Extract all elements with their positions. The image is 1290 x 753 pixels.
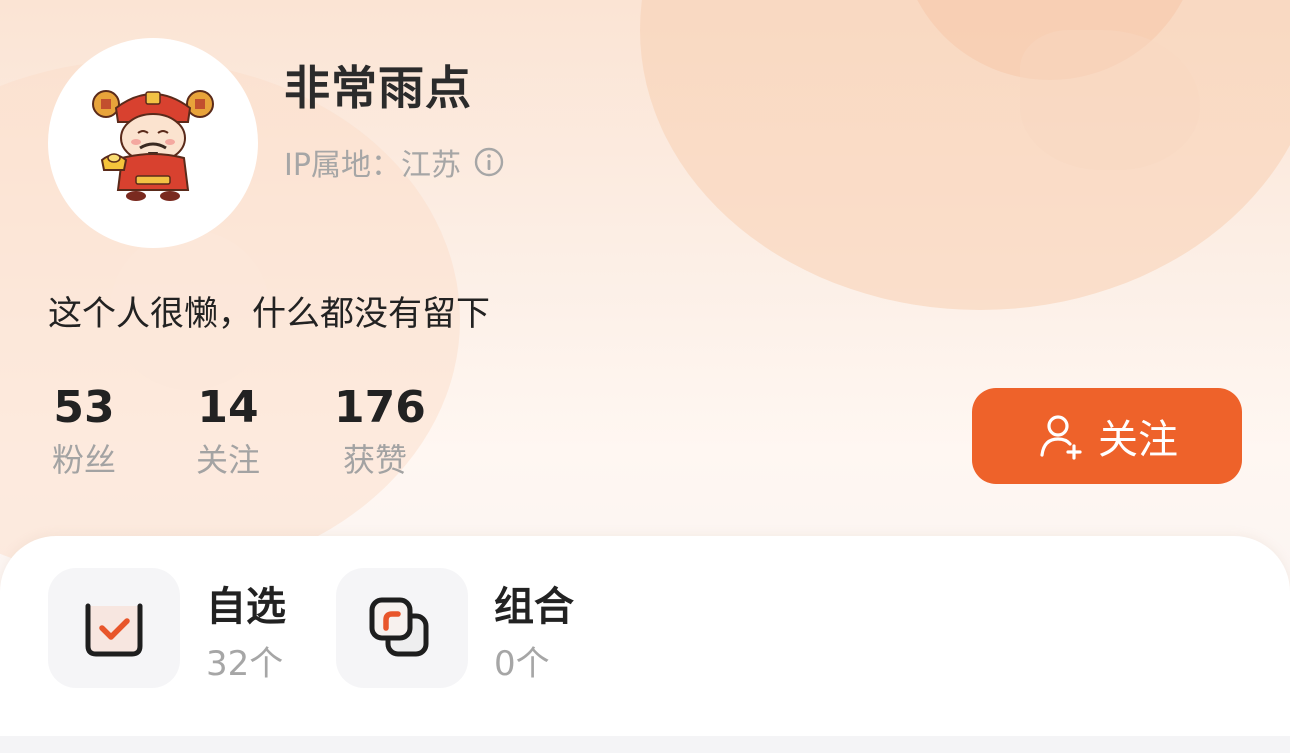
shortcut-card: 自选 32个 组合 0个 — [0, 536, 1290, 736]
add-user-icon — [1036, 411, 1086, 461]
stat-label: 粉丝 — [51, 441, 116, 479]
stat-label: 关注 — [195, 441, 260, 479]
portfolio-count: 0个 — [494, 644, 550, 684]
follow-button-label: 关注 — [1098, 417, 1178, 463]
info-icon[interactable] — [473, 146, 505, 178]
stat-value: 176 — [334, 382, 426, 433]
checkmark-box-icon — [85, 603, 143, 657]
ip-location-text: IP属地：江苏 — [284, 148, 461, 183]
god-of-wealth-avatar-icon — [92, 90, 214, 201]
watchlist-count: 32个 — [206, 644, 284, 684]
stat-fans[interactable]: 53 粉丝 — [48, 380, 120, 482]
username: 非常雨点 — [284, 61, 472, 115]
ip-location-row: IP属地：江苏 — [284, 142, 505, 183]
avatar[interactable] — [48, 38, 258, 248]
portfolio-title: 组合 — [494, 584, 574, 630]
portfolio-entry[interactable]: 组合 0个 — [336, 568, 606, 688]
stat-label: 获赞 — [342, 441, 407, 479]
stat-likes[interactable]: 176 获赞 — [334, 380, 426, 482]
follow-button[interactable]: 关注 — [972, 388, 1242, 484]
stat-value: 53 — [53, 382, 115, 433]
stat-following[interactable]: 14 关注 — [192, 380, 264, 482]
stacked-squares-icon — [369, 597, 429, 657]
watchlist-entry[interactable]: 自选 32个 — [48, 568, 318, 688]
portfolio-tile — [336, 568, 468, 688]
watchlist-title: 自选 — [206, 584, 286, 630]
watchlist-tile — [48, 568, 180, 688]
stat-value: 14 — [197, 382, 259, 433]
bio-text: 这个人很懒，什么都没有留下 — [48, 294, 490, 334]
bottom-divider — [0, 736, 1290, 753]
